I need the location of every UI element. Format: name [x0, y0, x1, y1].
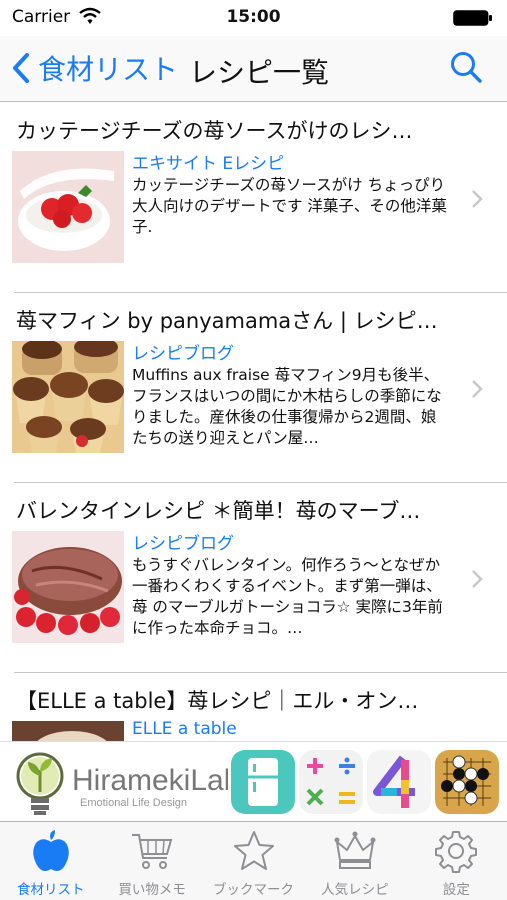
tab-label: 設定 — [442, 882, 470, 898]
tab-settings[interactable]: 設定 — [406, 822, 507, 900]
tab-label: ブックマーク — [213, 882, 295, 898]
chevron-right-icon — [472, 570, 483, 588]
page-title: レシピ一覧 — [189, 56, 330, 89]
tab-label: 人気レシピ — [321, 882, 389, 898]
ad-banner[interactable]: HiramekiLab Emotional Life Design — [0, 741, 507, 821]
recipe-description: もうすぐバレンタイン。何作ろう～となぜか一番わくわくするイベント。まず第一弾は、… — [132, 556, 443, 637]
recipe-title: 苺マフィン by panyamamaさん | レシピ… — [16, 309, 438, 333]
back-button-label: 食材リスト — [38, 53, 179, 86]
recipe-title: カッテージチーズの苺ソースがけのレシ… — [16, 119, 413, 143]
recipe-cell[interactable]: 苺マフィン by panyamamaさん | レシピ… レシピブログ Muffi… — [12, 293, 507, 483]
ad-tagline: Emotional Life Design — [80, 797, 187, 809]
ad-brand: HiramekiLab — [72, 764, 228, 797]
recipe-title: 【ELLE a table】苺レシピ｜エル・オン… — [16, 689, 419, 713]
fridge-app-icon[interactable] — [231, 750, 295, 814]
number-four-app-icon[interactable] — [367, 750, 431, 814]
recipe-cell[interactable]: カッテージチーズの苺ソースがけのレシ… エキサイト Eレシピ カッテージチーズの… — [12, 103, 507, 293]
back-button[interactable]: 食材リスト — [12, 50, 178, 86]
tab-shopping-memo[interactable]: 買い物メモ — [101, 822, 202, 900]
back-chevron-icon — [13, 53, 29, 83]
tab-popular-recipes[interactable]: 人気レシピ — [304, 822, 405, 900]
recipe-title: バレンタインレシピ ＊簡単！苺のマーブ… — [16, 499, 421, 523]
apple-icon — [32, 830, 69, 871]
recipe-cell[interactable]: 【ELLE a table】苺レシピ｜エル・オン… ELLE a table — [12, 673, 507, 741]
tab-bar: 食材リスト 買い物メモ ブックマーク 人気レシピ 設定 — [0, 821, 507, 900]
recipe-source: ELLE a table — [132, 719, 237, 739]
tab-ingredients[interactable]: 食材リスト — [0, 822, 101, 900]
recipe-thumbnail — [12, 721, 124, 741]
recipe-thumbnail — [12, 531, 124, 643]
status-bar: Carrier 15:00 — [0, 0, 507, 36]
chevron-right-icon — [472, 190, 483, 208]
recipe-source: エキサイト Eレシピ — [132, 154, 285, 174]
recipe-thumbnail — [12, 341, 124, 453]
cart-icon — [132, 834, 173, 869]
crown-icon — [334, 831, 376, 869]
go-board-app-icon[interactable] — [435, 750, 499, 814]
recipe-cell[interactable]: バレンタインレシピ ＊簡単！苺のマーブ… レシピブログ もうすぐバレンタイン。何… — [12, 483, 507, 673]
recipe-thumbnail — [12, 151, 124, 263]
search-icon[interactable] — [449, 50, 483, 84]
recipe-description: Muffins aux fraise 苺マフィン9月も後半、フランスはいつの間に… — [132, 366, 442, 447]
chevron-right-icon — [472, 380, 483, 398]
recipe-list[interactable]: カッテージチーズの苺ソースがけのレシ… エキサイト Eレシピ カッテージチーズの… — [0, 103, 507, 741]
hiramekilab-logo[interactable]: HiramekiLab Emotional Life Design — [14, 750, 228, 816]
calculator-app-icon[interactable] — [299, 750, 363, 814]
tab-label: 買い物メモ — [118, 882, 186, 898]
star-icon — [233, 831, 274, 870]
navigation-bar: 食材リスト レシピ一覧 — [0, 36, 507, 102]
status-time: 15:00 — [226, 7, 281, 27]
recipe-source: レシピブログ — [132, 534, 234, 554]
battery-icon — [453, 10, 492, 26]
recipe-description: カッテージチーズの苺ソースがけ ちょっぴり大人向けのデザートです 洋菓子、その他… — [132, 176, 447, 236]
tab-label: 食材リスト — [16, 882, 85, 898]
gear-icon — [435, 831, 478, 873]
tab-bookmarks[interactable]: ブックマーク — [203, 822, 304, 900]
recipe-source: レシピブログ — [132, 344, 234, 364]
